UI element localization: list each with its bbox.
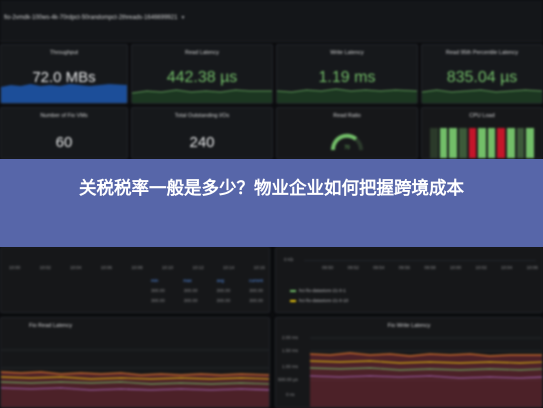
top-navbar: fio-2vmdk-100ws-4k-70rdpct-50randompct-2… [0, 0, 543, 42]
panel-title: CPU Load [469, 113, 495, 119]
panel-title: Read Latency [185, 50, 219, 56]
gridline [304, 260, 536, 261]
panel-title: Read Ratio [333, 113, 361, 119]
outstanding-ios-panel[interactable]: Total Outstanding I/Os 240 [131, 107, 273, 159]
panel-title: Fio Read Latency [29, 323, 73, 329]
legend-table-row: 300.00 300.00 300.00 300.00 [151, 288, 263, 293]
stat-value: 60 [55, 134, 73, 151]
stat-value: 442.38 µs [166, 69, 238, 86]
panel-title: Total Outstanding I/Os [174, 113, 230, 119]
fio-write-latency-panel[interactable]: Fio Write Latency 2.00 ms 1.50 ms 1.00 m… [275, 317, 543, 408]
y-axis-tick: 1.50 ms [282, 348, 299, 353]
y-axis-tick: 2.00 ms [282, 335, 299, 340]
gauge-value: 70 [344, 145, 350, 151]
read-latency-panel[interactable]: Read Latency 442.38 µs [131, 44, 273, 104]
panel-title: Throughput [49, 50, 79, 56]
stat-value: 1.19 ms [318, 69, 376, 86]
fio-read-latency-panel[interactable]: Fio Read Latency [0, 317, 270, 408]
panel-title: Fio Write Latency [387, 323, 431, 329]
chevron-down-icon: ▼ [180, 15, 186, 21]
write-latency-graph [310, 337, 542, 407]
write-latency-panel[interactable]: Write Latency 1.19 ms [276, 44, 418, 104]
legend-table-row: 300.00 300.00 300.00 300.00 [151, 298, 263, 303]
stat-value: 72.0 MBs [32, 69, 96, 86]
y-axis-tick: 0 ns [286, 392, 295, 397]
x-axis-labels: 09:50 09:52 09:54 09:56 09:58 10:00 10:02 10:… [322, 265, 538, 270]
headline-banner: 关税税率一般是多少？物业企业如何把握跨境成本 [0, 159, 543, 247]
read-latency-graph [1, 349, 269, 407]
legend-item[interactable]: hci-fio-datastore-21-0-10 [290, 298, 348, 303]
panel-title: Write Latency [330, 50, 364, 56]
iops-chart-panel[interactable]: 10:00 10:02 10:04 10:06 10:08 10:10 10:12 10:… [0, 247, 270, 313]
panel-title: Read 95th Percentile Latency [445, 50, 519, 56]
cpu-load-bars [430, 128, 535, 158]
y-axis-tick: 500.00 µs [278, 377, 298, 382]
throughput-panel[interactable]: Throughput 72.0 MBs [0, 44, 128, 104]
read-ratio-panel[interactable]: Read Ratio 70 [276, 107, 418, 159]
legend-swatch [290, 299, 296, 302]
cpu-load-panel[interactable]: CPU Load [421, 107, 543, 159]
legend-item[interactable]: hci-fio-datastore-21-0-1 [290, 288, 346, 293]
fio-vms-panel[interactable]: Number of Fio VMs 60 [0, 107, 128, 159]
datastore-chart-panel[interactable]: 0 Kb 09:50 09:52 09:54 09:56 09:58 10:00 10:… [275, 247, 543, 313]
legend-table-header: min max avg current [151, 278, 263, 283]
y-axis-top-label: 0 Kb [284, 257, 294, 262]
read-ratio-gauge: 70 [330, 133, 363, 151]
x-axis-labels: 10:00 10:02 10:04 10:06 10:08 10:10 10:12 10:… [9, 265, 265, 270]
legend-swatch [290, 289, 296, 292]
y-axis-tick: 1.00 ms [282, 364, 299, 369]
stat-value: 835.04 µs [446, 69, 518, 86]
dashboard-name: fio-2vmdk-100ws-4k-70rdpct-50randompct-2… [4, 15, 178, 21]
headline-text: 关税税率一般是多少？物业企业如何把握跨境成本 [79, 179, 464, 199]
panel-title: Number of Fio VMs [40, 113, 88, 119]
read-95th-latency-panel[interactable]: Read 95th Percentile Latency 835.04 µs [421, 44, 543, 104]
stat-value: 240 [189, 134, 215, 151]
dashboard-picker[interactable]: fio-2vmdk-100ws-4k-70rdpct-50randompct-2… [4, 15, 185, 21]
